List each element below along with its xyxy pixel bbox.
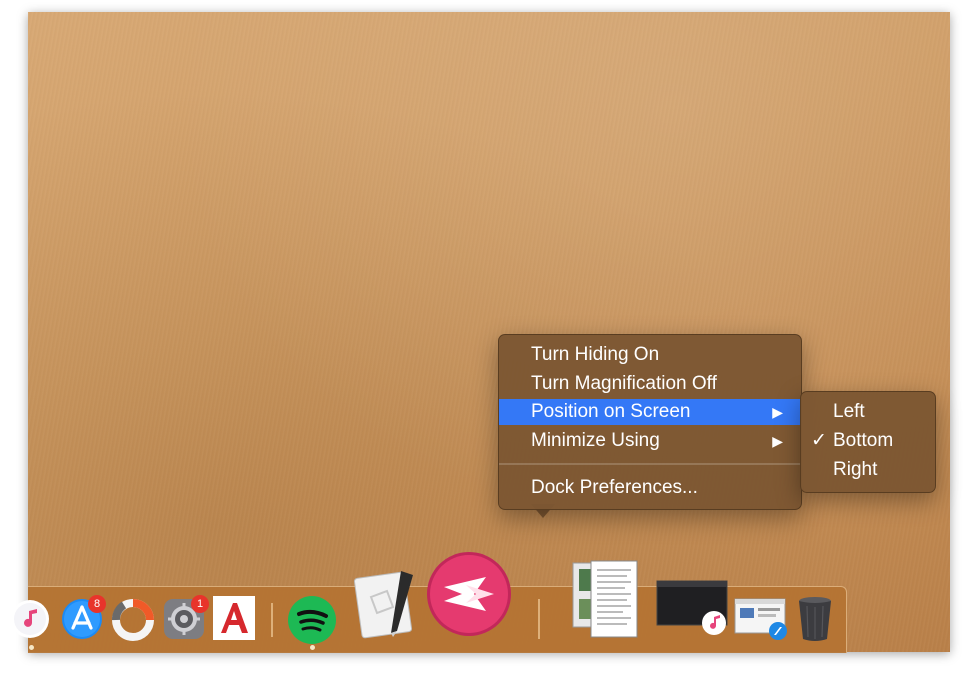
autocad-icon (213, 596, 255, 640)
dock-item-skitch[interactable] (426, 551, 512, 637)
menu-item-label: Minimize Using (531, 430, 660, 451)
submenu-item-label: Bottom (833, 430, 894, 451)
dock-item-script-editor[interactable] (353, 567, 419, 639)
system-preferences-badge: 1 (191, 595, 209, 613)
menu-item-position-on-screen[interactable]: Position on Screen ▶ (499, 399, 801, 425)
running-indicator-spotify (310, 645, 315, 650)
menu-separator (499, 463, 801, 465)
menu-item-label: Turn Hiding On (531, 344, 660, 365)
submenu-arrow-icon: ▶ (772, 404, 783, 420)
menu-item-label: Dock Preferences... (531, 477, 698, 498)
dock-item-document-window[interactable] (571, 559, 641, 639)
menu-item-dock-preferences[interactable]: Dock Preferences... (499, 475, 801, 501)
position-submenu: Left ✓ Bottom Right (800, 391, 936, 493)
safari-thumbnail-icon (734, 598, 787, 640)
music-note-icon (11, 600, 49, 638)
dock-item-spotify[interactable] (287, 595, 337, 645)
spotify-icon (288, 596, 336, 644)
dock-item-safari-window[interactable] (734, 597, 790, 641)
skitch-icon (427, 552, 511, 636)
menu-item-turn-magnification-off[interactable]: Turn Magnification Off (499, 371, 801, 397)
submenu-item-label: Left (833, 401, 865, 422)
dock-item-autocad[interactable] (212, 595, 256, 641)
submenu-item-bottom[interactable]: ✓ Bottom (801, 427, 935, 455)
checkmark-icon: ✓ (811, 430, 827, 451)
dock-item-itunes[interactable] (10, 599, 50, 639)
submenu-arrow-icon: ▶ (772, 433, 783, 449)
menu-item-turn-hiding-on[interactable]: Turn Hiding On (499, 342, 801, 368)
dock: 8 1 (11, 552, 847, 653)
dock-item-itunes-window[interactable] (656, 579, 730, 639)
menu-item-label: Position on Screen (531, 401, 691, 422)
dock-item-creative-cloud[interactable] (110, 597, 156, 643)
trash-icon (799, 597, 831, 641)
itunes-thumbnail-icon (656, 580, 728, 635)
submenu-item-right[interactable]: Right (801, 456, 935, 484)
submenu-item-left[interactable]: Left (801, 398, 935, 426)
submenu-item-label: Right (833, 459, 878, 480)
dock-separator-minimized (538, 599, 540, 639)
dock-separator (271, 603, 273, 637)
app-store-badge: 8 (88, 595, 106, 613)
dock-context-menu: Turn Hiding On Turn Magnification Off Po… (498, 334, 802, 510)
ring-icon (112, 599, 154, 641)
document-thumbnail-icon (572, 560, 638, 638)
dock-item-trash[interactable] (796, 595, 834, 643)
menu-item-label: Turn Magnification Off (531, 373, 717, 394)
script-editor-icon (353, 571, 413, 639)
running-indicator-itunes (29, 645, 34, 650)
menu-item-minimize-using[interactable]: Minimize Using ▶ (499, 428, 801, 454)
